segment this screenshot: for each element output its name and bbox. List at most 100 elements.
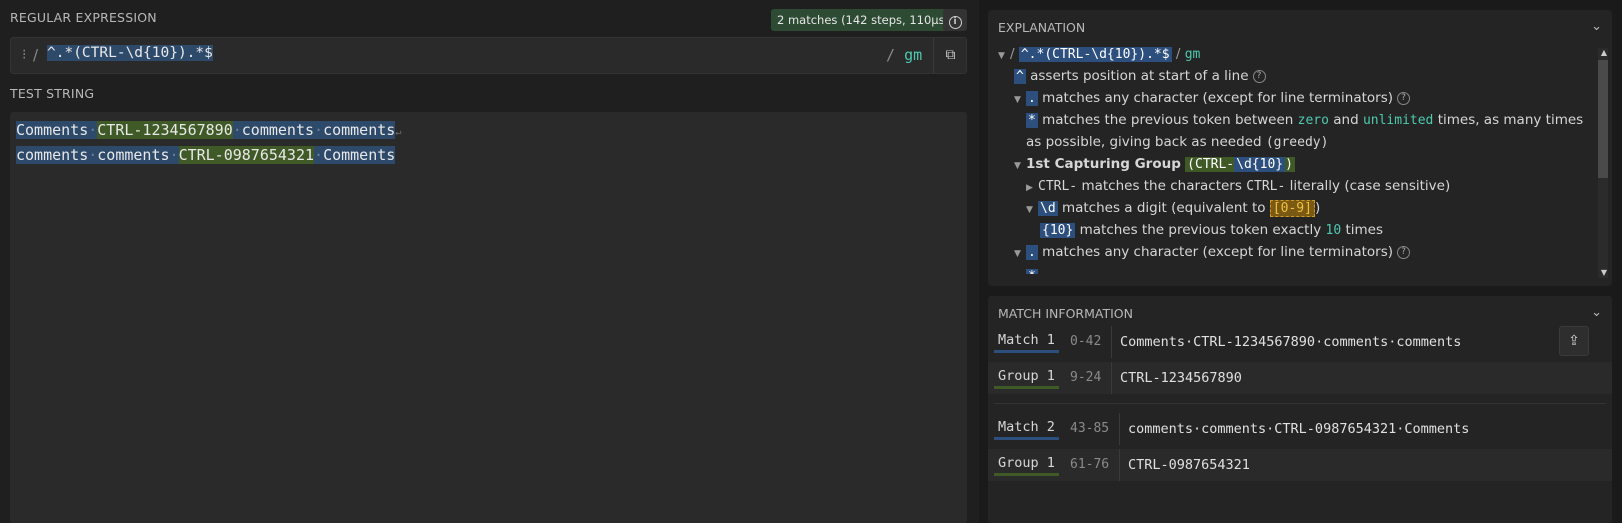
test-token: Comments	[323, 146, 396, 164]
root-pattern: ^.*(CTRL-\d{10}).*$	[1018, 47, 1172, 62]
match-row[interactable]: Match 2 43-85 comments·comments·CTRL-098…	[988, 413, 1612, 445]
explanation-dot[interactable]: ▼. matches any character (except for lin…	[1014, 90, 1411, 106]
explanation-digit[interactable]: ▼ \d matches a digit (equivalent to [0-9]…	[1026, 200, 1320, 217]
quant-num: 10	[1325, 223, 1342, 238]
star-greedy: (greedy)	[1265, 135, 1329, 150]
star-desc-2: times, as many times	[1437, 112, 1584, 128]
ctrl-desc: matches the characters	[1081, 178, 1242, 194]
scroll-down-icon[interactable]: ▼	[1601, 268, 1607, 277]
ctrl-desc-2: literally (case sensitive)	[1289, 178, 1451, 194]
match-count-badge: 2 matches (142 steps, 110µs)	[771, 9, 956, 31]
explanation-star-cont: as possible, giving back as needed (gree…	[1026, 134, 1328, 150]
line-end-marker: ↵	[395, 127, 402, 138]
sidebar-pane: EXPLANATION ⌄ ▼ / ^.*(CTRL-\d{10}).*$ / g…	[979, 0, 1622, 523]
star-zero: zero	[1297, 113, 1329, 128]
ctrl-token: CTRL-	[1038, 179, 1078, 194]
scrollbar-thumb[interactable]	[1598, 60, 1608, 178]
drag-handle-icon[interactable]: ⁝	[22, 47, 26, 63]
star-token: *	[1026, 113, 1038, 128]
help-icon[interactable]: ?	[1397, 91, 1411, 105]
match-row[interactable]: Match 1 0-42 Comments·CTRL-1234567890·co…	[988, 326, 1612, 358]
copy-icon: ⧉	[945, 47, 956, 63]
column-separator	[1119, 413, 1120, 445]
match-range: 43-85	[1070, 421, 1110, 436]
explanation-group[interactable]: ▼ 1st Capturing Group (CTRL- \d{10})	[1014, 156, 1295, 172]
group-suffix: )	[1285, 157, 1293, 172]
explanation-quant: {10} matches the previous token exactly …	[1040, 222, 1383, 238]
explanation-ctrl[interactable]: ▶ CTRL- matches the characters CTRL- lite…	[1026, 178, 1450, 194]
quant-desc: matches the previous token exactly	[1079, 222, 1322, 238]
scroll-up-icon[interactable]: ▲	[1601, 48, 1607, 57]
collapse-triangle-icon[interactable]: ▼	[1014, 249, 1026, 259]
test-line-2: comments·comments·CTRL-0987654321·Commen…	[16, 146, 396, 164]
column-separator	[1119, 449, 1120, 481]
column-separator	[1111, 326, 1112, 358]
root-delimiter: /	[1171, 46, 1185, 62]
explanation-scrollbar[interactable]	[1598, 48, 1608, 278]
match-range: 0-42	[1070, 334, 1102, 349]
explanation-title: EXPLANATION	[998, 20, 1086, 35]
test-token: Comments	[16, 121, 89, 139]
star-desc-3: as possible, giving back as needed	[1026, 134, 1262, 150]
match-text: comments·comments·CTRL-0987654321·Commen…	[1128, 421, 1470, 437]
caret-desc: asserts position at start of a line	[1030, 68, 1249, 84]
regex-pattern-input[interactable]: ^.*(CTRL-\d{10}).*$	[47, 45, 213, 61]
ctrl-literal: CTRL-	[1246, 179, 1286, 194]
star-desc: matches the previous token between	[1042, 112, 1294, 128]
regex-input-box[interactable]: ⁝ / ^.*(CTRL-\d{10}).*$ / gm ⧉	[10, 37, 967, 74]
regex-delimiter-close: /	[886, 46, 896, 64]
help-icon[interactable]: ?	[1252, 69, 1266, 83]
explanation-tree: ▼ / ^.*(CTRL-\d{10}).*$ / gm ^ asserts po…	[988, 46, 1588, 286]
help-icon[interactable]: ?	[1397, 245, 1411, 259]
collapse-triangle-icon[interactable]: ▼	[998, 51, 1010, 61]
group-row[interactable]: Group 1 61-76 CTRL-0987654321	[988, 449, 1612, 481]
column-separator	[1111, 362, 1112, 394]
chevron-down-icon[interactable]: ⌄	[1591, 19, 1602, 34]
quant-token: {10}	[1040, 223, 1076, 238]
expand-triangle-icon[interactable]: ▶	[1026, 183, 1038, 193]
root-flags: gm	[1184, 47, 1201, 62]
test-string-input[interactable]: Comments·CTRL-1234567890·comments·commen…	[10, 112, 967, 523]
caret-token: ^	[1014, 69, 1026, 84]
match-divider	[994, 403, 1606, 404]
group-label: 1st Capturing Group	[1026, 156, 1181, 172]
regex-flags[interactable]: / gm	[886, 46, 922, 64]
group-1-highlight: CTRL-1234567890	[97, 121, 233, 139]
flags-value[interactable]: gm	[904, 46, 922, 64]
group-label: Group 1	[994, 455, 1059, 476]
explanation-star: * matches the previous token between zer…	[1026, 112, 1583, 128]
space-marker: ·	[88, 146, 98, 164]
regex-delimiter-open: /	[33, 46, 39, 64]
group-label: Group 1	[994, 368, 1059, 389]
group-prefix: (CTRL-	[1187, 157, 1235, 172]
root-delimiter: /	[1010, 46, 1019, 62]
info-button[interactable]: i	[943, 9, 967, 31]
match-information-title: MATCH INFORMATION	[998, 306, 1133, 321]
test-line-1: Comments·CTRL-1234567890·comments·commen…	[16, 121, 401, 139]
match-text: Comments·CTRL-1234567890·comments·commen…	[1120, 334, 1462, 350]
digit-class: [0-9]	[1269, 200, 1315, 217]
test-string-title: TEST STRING	[10, 86, 95, 101]
explanation-root[interactable]: ▼ / ^.*(CTRL-\d{10}).*$ / gm	[998, 46, 1200, 62]
group-range: 9-24	[1070, 370, 1102, 385]
space-marker: ·	[314, 121, 324, 139]
group-row[interactable]: Group 1 9-24 CTRL-1234567890	[988, 362, 1612, 394]
test-token: comments	[97, 146, 170, 164]
explanation-caret: ^ asserts position at start of a line?	[1014, 68, 1266, 84]
group-text: CTRL-0987654321	[1128, 457, 1250, 473]
collapse-triangle-icon[interactable]: ▼	[1026, 205, 1038, 215]
collapse-triangle-icon[interactable]: ▼	[1014, 95, 1026, 105]
group-1-highlight: CTRL-0987654321	[178, 146, 315, 164]
copy-button[interactable]: ⧉	[933, 38, 967, 73]
star-and: and	[1333, 112, 1359, 128]
info-icon: i	[948, 16, 962, 29]
dot-token: .	[1026, 91, 1038, 106]
collapse-triangle-icon[interactable]: ▼	[1014, 161, 1026, 171]
space-marker: ·	[314, 146, 324, 164]
group-range: 61-76	[1070, 457, 1110, 472]
star-unlimited: unlimited	[1362, 113, 1434, 128]
chevron-down-icon[interactable]: ⌄	[1591, 305, 1602, 320]
dot-desc-2: matches any character (except for line t…	[1042, 244, 1394, 260]
test-token: comments	[16, 146, 89, 164]
explanation-dot-2[interactable]: ▼. matches any character (except for lin…	[1014, 244, 1411, 260]
